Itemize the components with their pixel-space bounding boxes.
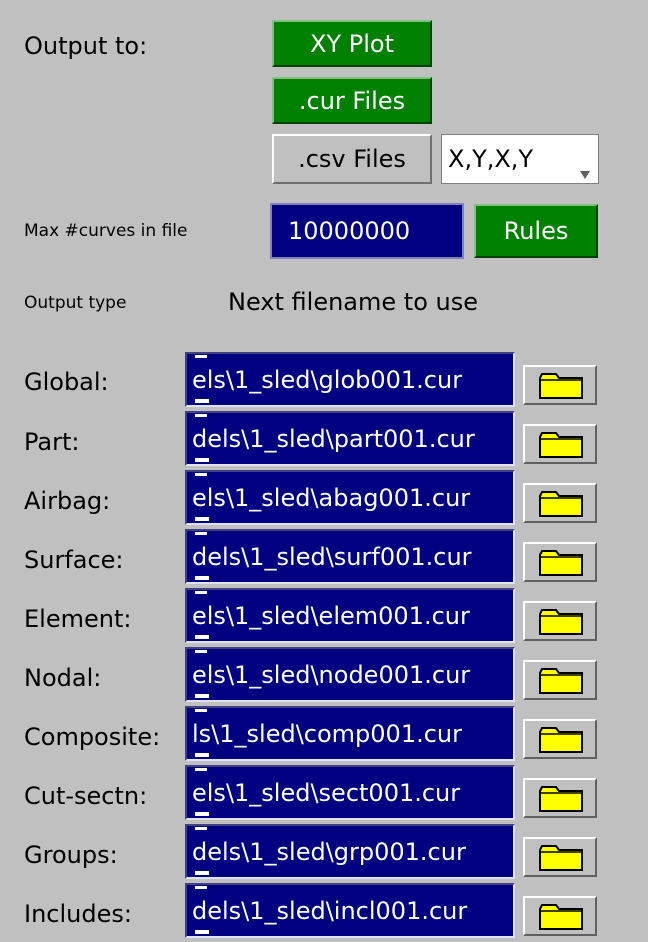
browse-folder-button-airbag[interactable]	[523, 483, 597, 523]
folder-icon	[539, 727, 583, 753]
filename-text: dels\1_sled\surf001.cur	[192, 542, 472, 571]
filename-field-element[interactable]: els\1_sled\elem001.cur	[185, 588, 515, 643]
browse-folder-button-global[interactable]	[523, 365, 597, 405]
row-label-element: Element:	[24, 605, 132, 633]
row-label-composite: Composite:	[24, 723, 161, 751]
next-filename-header: Next filename to use	[228, 288, 478, 316]
filename-text: els\1_sled\glob001.cur	[192, 365, 463, 394]
output-to-label: Output to:	[24, 32, 148, 60]
filename-text: els\1_sled\sect001.cur	[192, 778, 461, 807]
row-label-airbag: Airbag:	[24, 487, 111, 515]
folder-icon	[539, 668, 583, 694]
filename-field-composite[interactable]: ls\1_sled\comp001.cur	[185, 706, 515, 761]
row-label-part: Part:	[24, 428, 80, 456]
folder-icon	[539, 550, 583, 576]
filename-text: els\1_sled\elem001.cur	[192, 601, 470, 630]
max-curves-input[interactable]: 10000000	[270, 203, 464, 259]
csv-format-value: X,Y,X,Y	[448, 145, 534, 173]
dropdown-arrow-icon	[580, 171, 590, 179]
cur-files-button[interactable]: .cur Files	[272, 77, 432, 124]
csv-format-dropdown[interactable]: X,Y,X,Y	[441, 134, 599, 184]
browse-folder-button-surface[interactable]	[523, 542, 597, 582]
filename-text: dels\1_sled\part001.cur	[192, 424, 475, 453]
filename-field-global[interactable]: els\1_sled\glob001.cur	[185, 352, 515, 407]
browse-folder-button-nodal[interactable]	[523, 660, 597, 700]
browse-folder-button-includes[interactable]	[523, 896, 597, 936]
folder-icon	[539, 786, 583, 812]
browse-folder-button-groups[interactable]	[523, 837, 597, 877]
filename-text: dels\1_sled\incl001.cur	[192, 896, 468, 925]
browse-folder-button-part[interactable]	[523, 424, 597, 464]
row-label-cut-sectn: Cut-sectn:	[24, 782, 148, 810]
filename-field-airbag[interactable]: els\1_sled\abag001.cur	[185, 470, 515, 525]
filename-text: els\1_sled\abag001.cur	[192, 483, 471, 512]
folder-icon	[539, 845, 583, 871]
filename-field-surface[interactable]: dels\1_sled\surf001.cur	[185, 529, 515, 584]
browse-folder-button-composite[interactable]	[523, 719, 597, 759]
filename-text: ls\1_sled\comp001.cur	[192, 719, 462, 748]
rules-button[interactable]: Rules	[474, 204, 598, 258]
max-curves-label: Max #curves in file	[24, 221, 188, 241]
filename-field-nodal[interactable]: els\1_sled\node001.cur	[185, 647, 515, 702]
folder-icon	[539, 373, 583, 399]
filename-field-includes[interactable]: dels\1_sled\incl001.cur	[185, 883, 515, 938]
filename-field-cut-sectn[interactable]: els\1_sled\sect001.cur	[185, 765, 515, 820]
row-label-nodal: Nodal:	[24, 664, 102, 692]
folder-icon	[539, 904, 583, 930]
row-label-surface: Surface:	[24, 546, 124, 574]
csv-files-button[interactable]: .csv Files	[272, 134, 432, 184]
output-type-header: Output type	[24, 293, 127, 313]
row-label-includes: Includes:	[24, 900, 132, 928]
browse-folder-button-cut-sectn[interactable]	[523, 778, 597, 818]
browse-folder-button-element[interactable]	[523, 601, 597, 641]
folder-icon	[539, 609, 583, 635]
filename-text: dels\1_sled\grp001.cur	[192, 837, 466, 866]
row-label-global: Global:	[24, 368, 109, 396]
xy-plot-button[interactable]: XY Plot	[272, 20, 432, 67]
row-label-groups: Groups:	[24, 841, 118, 869]
folder-icon	[539, 491, 583, 517]
folder-icon	[539, 432, 583, 458]
filename-field-groups[interactable]: dels\1_sled\grp001.cur	[185, 824, 515, 879]
filename-text: els\1_sled\node001.cur	[192, 660, 471, 689]
filename-field-part[interactable]: dels\1_sled\part001.cur	[185, 411, 515, 466]
